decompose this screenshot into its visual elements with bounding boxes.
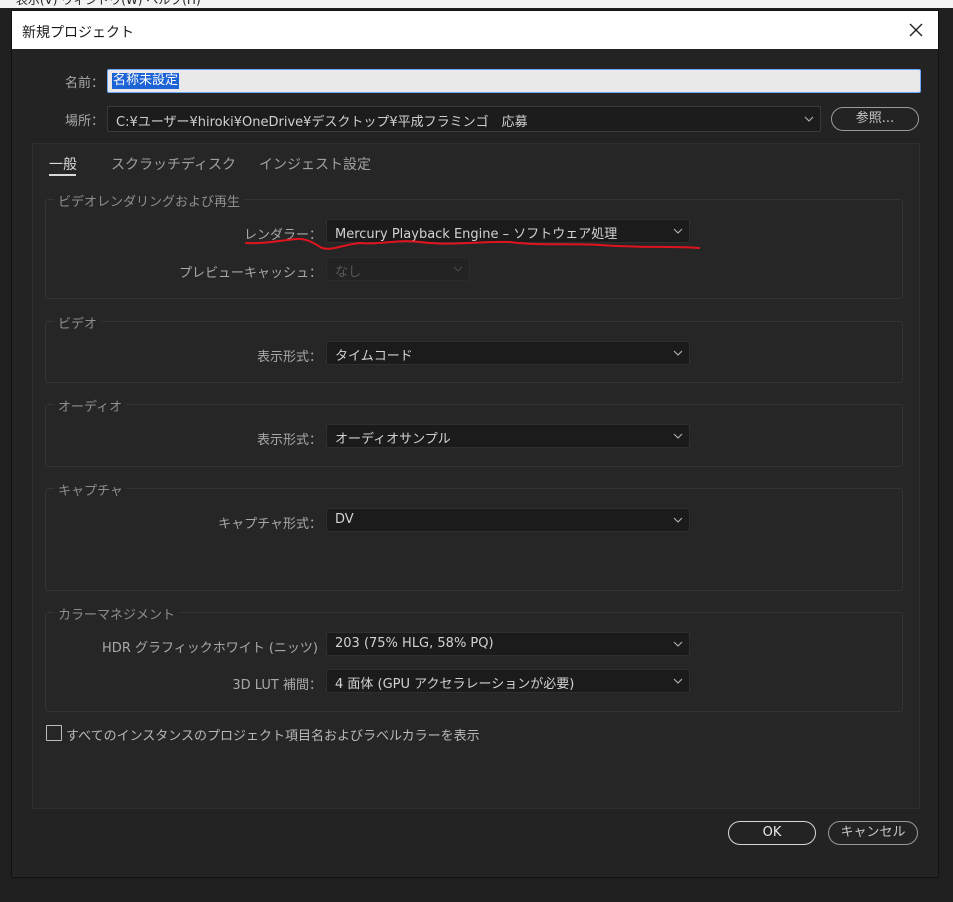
group-title-audio: オーディオ <box>54 396 127 415</box>
chevron-down-icon <box>673 641 683 647</box>
tab-general[interactable]: 一般 <box>49 154 77 174</box>
video-display-format-label: 表示形式： <box>256 350 322 365</box>
preview-cache-dropdown: なし <box>326 257 470 281</box>
hdr-white-value: 203 (75% HLG, 58% PQ) <box>335 636 494 651</box>
video-display-format-value: タイムコード <box>335 349 413 364</box>
show-labels-checkbox[interactable] <box>46 725 62 741</box>
browse-button[interactable]: 参照... <box>831 107 919 131</box>
group-title-video-rendering: ビデオレンダリングおよび再生 <box>54 191 245 210</box>
active-tab-indicator <box>49 174 76 176</box>
settings-panel: 一般 スクラッチディスク インジェスト設定 ビデオレンダリングおよび再生 レンダ… <box>32 143 920 809</box>
name-label: 名前： <box>64 76 104 91</box>
capture-format-label: キャプチャ形式： <box>218 517 322 532</box>
location-value: C:¥ユーザー¥hiroki¥OneDrive¥デスクトップ¥平成フラミンゴ 応… <box>116 115 528 130</box>
tab-scratch-disks[interactable]: スクラッチディスク <box>111 154 236 174</box>
group-audio: オーディオ 表示形式： オーディオサンプル <box>45 396 903 467</box>
group-title-capture: キャプチャ <box>54 480 127 499</box>
location-dropdown[interactable]: C:¥ユーザー¥hiroki¥OneDrive¥デスクトップ¥平成フラミンゴ 応… <box>107 106 821 132</box>
chevron-down-icon <box>453 266 463 272</box>
renderer-value: Mercury Playback Engine – ソフトウェア処理 <box>335 227 618 242</box>
group-title-color-management: カラーマネジメント <box>54 604 180 623</box>
preview-cache-value: なし <box>335 265 362 280</box>
ok-button[interactable]: OK <box>728 821 816 845</box>
app-menubar: ー 表示(V) ウィンドウ(W) ヘルプ(H) <box>0 0 953 8</box>
preview-cache-label: プレビューキャッシュ： <box>178 266 322 281</box>
lut-interpolation-value: 4 面体 (GPU アクセラレーションが必要) <box>335 677 575 692</box>
capture-format-dropdown[interactable]: DV <box>326 508 690 532</box>
new-project-dialog: 新規プロジェクト 名前： 名称未設定 場所： C:¥ユーザー¥hiroki¥On… <box>12 11 938 877</box>
lut-interpolation-label: 3D LUT 補間： <box>232 678 322 693</box>
chevron-down-icon <box>673 350 683 356</box>
group-video-rendering: ビデオレンダリングおよび再生 レンダラー： Mercury Playback E… <box>45 191 903 299</box>
group-video: ビデオ 表示形式： タイムコード <box>45 313 903 383</box>
project-name-value: 名称未設定 <box>112 73 180 89</box>
audio-display-format-value: オーディオサンプル <box>335 432 451 447</box>
capture-format-value: DV <box>335 512 354 527</box>
group-title-video: ビデオ <box>54 313 102 332</box>
group-capture: キャプチャ キャプチャ形式： DV <box>45 480 903 591</box>
chevron-down-icon <box>673 228 683 234</box>
menubar-text: ー 表示(V) ウィンドウ(W) ヘルプ(H) <box>0 0 201 7</box>
renderer-label: レンダラー： <box>243 228 322 243</box>
chevron-down-icon <box>804 116 814 122</box>
project-name-input[interactable]: 名称未設定 <box>107 69 921 93</box>
chevron-down-icon <box>673 517 683 523</box>
chevron-down-icon <box>673 433 683 439</box>
hdr-white-dropdown[interactable]: 203 (75% HLG, 58% PQ) <box>326 632 690 656</box>
group-color-management: カラーマネジメント HDR グラフィックホワイト (ニッツ) 203 (75% … <box>45 604 903 712</box>
tab-ingest-settings[interactable]: インジェスト設定 <box>259 154 371 174</box>
audio-display-format-dropdown[interactable]: オーディオサンプル <box>326 424 690 448</box>
renderer-dropdown[interactable]: Mercury Playback Engine – ソフトウェア処理 <box>326 219 690 243</box>
location-label: 場所： <box>64 114 104 129</box>
cancel-button[interactable]: キャンセル <box>828 821 918 845</box>
audio-display-format-label: 表示形式： <box>256 433 322 448</box>
dialog-title: 新規プロジェクト <box>22 25 134 41</box>
dialog-titlebar: 新規プロジェクト <box>12 11 938 49</box>
video-display-format-dropdown[interactable]: タイムコード <box>326 341 690 365</box>
lut-interpolation-dropdown[interactable]: 4 面体 (GPU アクセラレーションが必要) <box>326 669 690 693</box>
show-labels-checkbox-label[interactable]: すべてのインスタンスのプロジェクト項目名およびラベルカラーを表示 <box>66 725 480 744</box>
chevron-down-icon <box>673 678 683 684</box>
close-icon[interactable] <box>904 18 928 42</box>
hdr-white-label: HDR グラフィックホワイト (ニッツ) <box>102 641 318 656</box>
